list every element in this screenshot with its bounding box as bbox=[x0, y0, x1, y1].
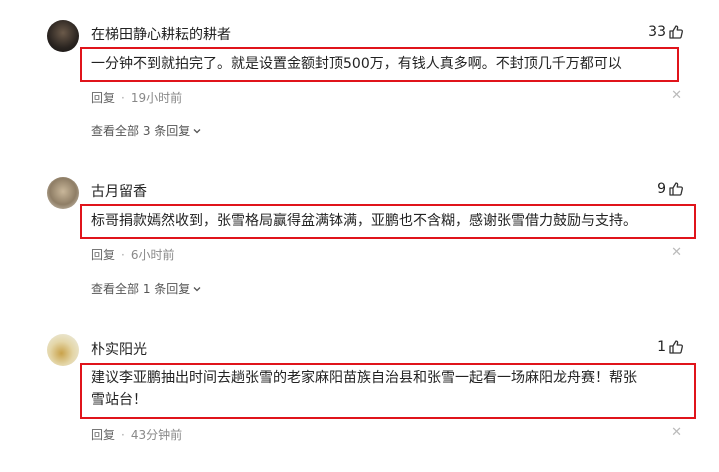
comment-text: 标哥捐款嫣然收到，张雪格局赢得盆满钵满，亚鹏也不含糊，感谢张雪借力鼓励与支持。 bbox=[91, 213, 637, 229]
view-replies-label: 查看全部 1 条回复 bbox=[91, 282, 191, 296]
thumbs-up-icon bbox=[669, 25, 683, 39]
avatar[interactable] bbox=[47, 20, 79, 52]
comment-text: 一分钟不到就拍完了。就是设置金额封顶500万，有钱人真多啊。不封顶几千万都可以 bbox=[91, 56, 622, 72]
avatar[interactable] bbox=[47, 334, 79, 366]
separator-dot: · bbox=[121, 90, 125, 105]
view-replies-link[interactable]: 查看全部 1 条回复 bbox=[91, 280, 202, 297]
view-replies-link[interactable]: 查看全部 3 条回复 bbox=[91, 122, 202, 139]
like-count: 1 bbox=[657, 339, 666, 355]
thumbs-up-icon bbox=[669, 182, 683, 196]
timestamp: 19小时前 bbox=[130, 91, 183, 105]
username[interactable]: 古月留香 bbox=[91, 181, 147, 201]
comment-meta: 回复 · 6小时前 bbox=[91, 246, 174, 263]
chevron-down-icon bbox=[193, 128, 201, 133]
like-button[interactable]: 1 bbox=[657, 339, 684, 355]
view-replies-label: 查看全部 3 条回复 bbox=[91, 124, 191, 138]
thumbs-up-icon bbox=[669, 340, 683, 354]
comment-text-line: 建议李亚鹏抽出时间去趟张雪的老家麻阳苗族自治县和张雪一起看一场麻阳龙舟赛！帮张 bbox=[91, 370, 637, 386]
like-count: 9 bbox=[657, 181, 666, 197]
separator-dot: · bbox=[121, 247, 125, 262]
reply-button[interactable]: 回复 bbox=[91, 246, 115, 263]
timestamp: 6小时前 bbox=[130, 248, 175, 262]
chevron-down-icon bbox=[193, 286, 201, 291]
reply-button[interactable]: 回复 bbox=[91, 426, 115, 443]
close-icon[interactable]: ✕ bbox=[671, 245, 682, 260]
like-button[interactable]: 9 bbox=[657, 181, 684, 197]
comment-text-line: 雪站台！ bbox=[91, 392, 147, 408]
comment-meta: 回复 · 43分钟前 bbox=[91, 426, 182, 443]
username[interactable]: 朴实阳光 bbox=[91, 339, 147, 359]
close-icon[interactable]: ✕ bbox=[671, 88, 682, 103]
comment-text: 建议李亚鹏抽出时间去趟张雪的老家麻阳苗族自治县和张雪一起看一场麻阳龙舟赛！帮张 … bbox=[91, 367, 637, 411]
comment-meta: 回复 · 19小时前 bbox=[91, 89, 182, 106]
like-button[interactable]: 33 bbox=[648, 24, 684, 40]
separator-dot: · bbox=[121, 427, 125, 442]
like-count: 33 bbox=[648, 24, 666, 40]
reply-button[interactable]: 回复 bbox=[91, 89, 115, 106]
timestamp: 43分钟前 bbox=[130, 428, 183, 442]
username[interactable]: 在梯田静心耕耘的耕者 bbox=[91, 24, 231, 44]
avatar[interactable] bbox=[47, 177, 79, 209]
close-icon[interactable]: ✕ bbox=[671, 425, 682, 440]
